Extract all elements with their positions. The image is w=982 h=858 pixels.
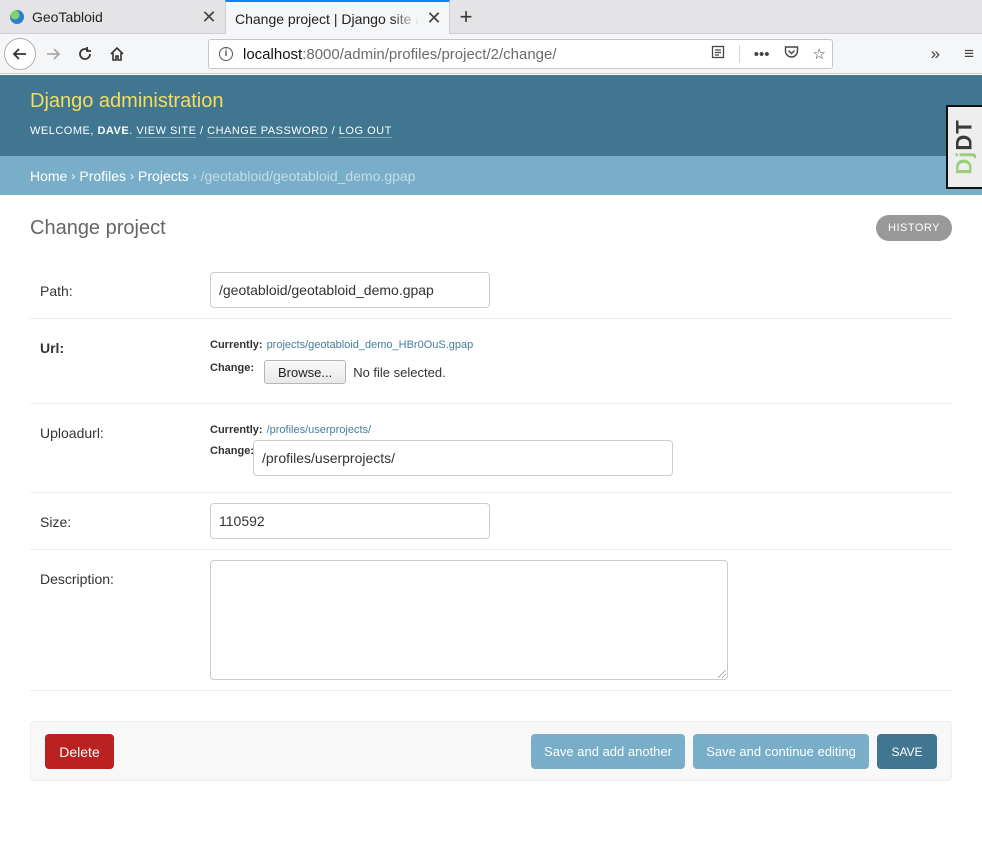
path-label: Path: [40, 283, 73, 299]
tab-title: GeoTabloid [32, 9, 103, 25]
resize-handle-icon[interactable] [718, 670, 726, 678]
description-textarea[interactable] [210, 560, 728, 680]
djdt-label: DjDT [952, 119, 978, 175]
address-bar[interactable]: i localhost:8000/admin/profiles/project/… [208, 39, 833, 69]
history-button[interactable]: History [876, 215, 952, 241]
home-icon[interactable] [101, 38, 133, 70]
uploadurl-change: Change: [210, 445, 258, 457]
currently-label: Currently: [210, 424, 263, 436]
address-bar-actions: ••• ☆ [711, 40, 826, 68]
close-tab-icon[interactable]: ✕ [419, 8, 449, 29]
change-password-link[interactable]: Change password [207, 125, 329, 138]
form-row-url: Url: Currently: projects/geotabloid_demo… [30, 319, 952, 404]
breadcrumb-current: /geotabloid/geotabloid_demo.gpap [200, 167, 416, 184]
form-row-path: Path: /geotabloid/geotabloid_demo.gpap [30, 262, 952, 319]
uploadurl-input[interactable]: /profiles/userprojects/ [253, 440, 673, 476]
site-name[interactable]: Django administration [30, 90, 223, 113]
breadcrumb-profiles[interactable]: Profiles [79, 168, 126, 184]
site-info-icon[interactable]: i [219, 47, 233, 61]
currently-label: Currently: [210, 339, 263, 351]
delete-button[interactable]: Delete [45, 734, 114, 769]
close-tab-icon[interactable]: ✕ [194, 7, 224, 28]
welcome-text: Welcome, [30, 125, 94, 137]
globe-favicon-icon [10, 10, 24, 24]
breadcrumb-home[interactable]: Home [30, 168, 67, 184]
url-label: Url: [40, 340, 65, 356]
description-label: Description: [40, 571, 114, 587]
browse-button[interactable]: Browse... [264, 360, 347, 384]
save-button[interactable]: Save [877, 734, 937, 769]
reader-view-icon[interactable] [711, 45, 725, 63]
view-site-link[interactable]: View site [136, 125, 197, 138]
form-row-uploadurl: Uploadurl: Currently: /profiles/userproj… [30, 404, 952, 493]
submit-row: Delete Save and add another Save and con… [30, 721, 952, 781]
browser-tab-strip: GeoTabloid ✕ Change project | Django sit… [0, 0, 982, 35]
toolbar-divider [738, 45, 740, 63]
user-tools: Welcome, Dave. View site / Change passwo… [30, 125, 392, 138]
hamburger-menu-icon[interactable]: ≡ [964, 44, 974, 64]
breadcrumb-projects[interactable]: Projects [138, 168, 189, 184]
save-and-add-another-button[interactable]: Save and add another [531, 734, 685, 769]
size-input[interactable]: 110592 [210, 503, 490, 539]
uploadurl-current-link[interactable]: /profiles/userprojects/ [267, 424, 372, 436]
reload-icon[interactable] [69, 38, 101, 70]
forward-arrow-icon[interactable] [37, 38, 69, 70]
no-file-selected-text: No file selected. [353, 364, 446, 380]
url-change: Change: Browse... No file selected. [210, 360, 446, 384]
uploadurl-currently: Currently: /profiles/userprojects/ [210, 424, 371, 436]
back-arrow-icon[interactable] [4, 38, 36, 70]
tab-change-project[interactable]: Change project | Django site admin ✕ [225, 0, 450, 35]
pocket-icon[interactable] [784, 45, 799, 63]
form-row-description: Description: [30, 550, 952, 691]
url-path: :8000/admin/profiles/project/2/change/ [302, 45, 557, 63]
change-label: Change: [210, 362, 254, 374]
new-tab-icon[interactable]: + [452, 0, 480, 34]
debug-toolbar-handle[interactable]: DjDT [946, 105, 982, 189]
breadcrumb-separator: › [130, 168, 135, 183]
admin-header: Django administration Welcome, Dave. Vie… [0, 75, 982, 156]
tab-geotabloid[interactable]: GeoTabloid ✕ [0, 0, 224, 34]
page-actions-icon[interactable]: ••• [754, 46, 770, 63]
breadcrumb-separator: › [192, 168, 197, 183]
path-input[interactable]: /geotabloid/geotabloid_demo.gpap [210, 272, 490, 308]
url-current-file-link[interactable]: projects/geotabloid_demo_HBr0OuS.gpap [267, 339, 474, 351]
browser-right-icons: » ≡ [931, 38, 974, 70]
page-title: Change project [30, 217, 166, 239]
breadcrumb: Home › Profiles › Projects › /geotabloid… [0, 156, 982, 195]
bookmark-star-icon[interactable]: ☆ [813, 45, 826, 63]
uploadurl-label: Uploadurl: [40, 425, 104, 441]
size-label: Size: [40, 514, 72, 530]
save-and-continue-button[interactable]: Save and continue editing [693, 734, 869, 769]
username: Dave [97, 125, 130, 137]
browser-toolbar: i localhost:8000/admin/profiles/project/… [0, 34, 982, 74]
breadcrumb-separator: › [71, 168, 76, 183]
overflow-chevron-icon[interactable]: » [931, 44, 940, 64]
log-out-link[interactable]: Log out [338, 125, 392, 138]
form-row-size: Size: 110592 [30, 493, 952, 550]
tab-title: Change project | Django site admin [235, 10, 419, 27]
url-currently: Currently: projects/geotabloid_demo_HBr0… [210, 339, 473, 351]
change-label: Change: [210, 445, 254, 457]
url-host: localhost [243, 45, 303, 63]
